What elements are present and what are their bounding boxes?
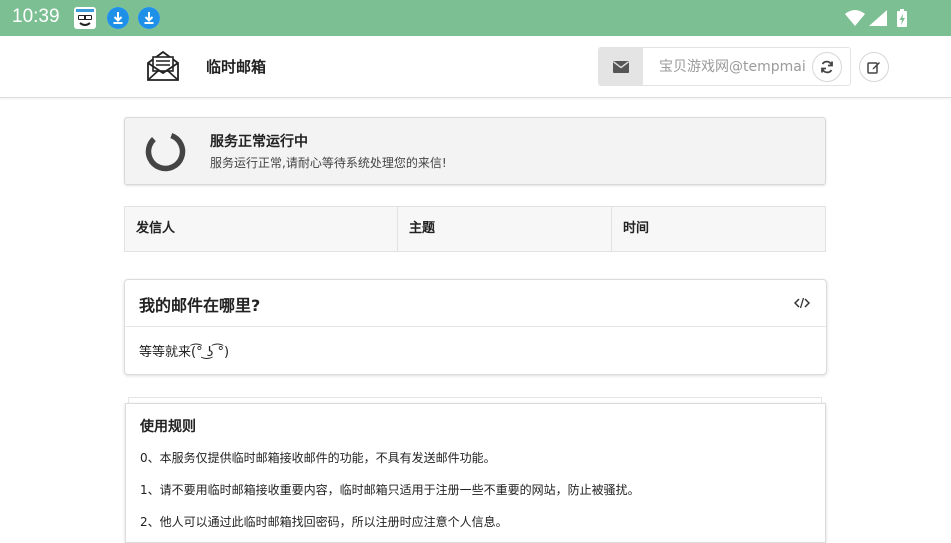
- mail-info-card: 我的邮件在哪里? 等等就来(͡° ͜ʖ ͡°): [124, 279, 827, 375]
- column-time: 时间: [623, 221, 650, 236]
- email-address-input[interactable]: [643, 48, 811, 85]
- app-header: 临时邮箱: [0, 36, 951, 98]
- service-status-box: 服务正常运行中 服务运行正常,请耐心等待系统处理您的来信!: [124, 117, 826, 185]
- battery-icon: [897, 9, 907, 27]
- download-icon: [138, 7, 160, 29]
- envelope-open-icon: [146, 49, 180, 83]
- column-subject: 主题: [398, 207, 612, 251]
- mail-table-header: 发信人 主题 时间: [124, 206, 826, 252]
- rules-title: 使用规则: [140, 419, 196, 435]
- status-title: 服务正常运行中: [210, 134, 308, 150]
- loading-spinner-icon: [145, 131, 186, 172]
- code-icon[interactable]: [793, 295, 811, 311]
- app-title: 临时邮箱: [206, 58, 267, 76]
- card-title: 我的邮件在哪里?: [139, 296, 261, 315]
- status-time: 10:39: [12, 6, 60, 27]
- envelope-icon: [599, 48, 643, 85]
- wifi-icon: [845, 10, 865, 26]
- refresh-icon: [821, 60, 833, 74]
- rules-item: 1、请不要用临时邮箱接收重要内容，临时邮箱只适用于注册一些不重要的网站，防止被骚…: [140, 483, 640, 497]
- card-body: 等等就来(͡° ͜ʖ ͡°): [139, 345, 230, 360]
- system-icons: [843, 8, 913, 32]
- refresh-button[interactable]: [812, 52, 842, 82]
- rules-item: 0、本服务仅提供临时邮箱接收邮件的功能，不具有发送邮件功能。: [140, 451, 496, 465]
- signal-icon: [869, 10, 887, 26]
- edit-button[interactable]: [859, 52, 889, 82]
- rules-item: 2、他人可以通过此临时邮箱找回密码，所以注册时应注意个人信息。: [140, 515, 508, 529]
- status-subtitle: 服务运行正常,请耐心等待系统处理您的来信!: [210, 156, 447, 170]
- column-sender: 发信人: [125, 207, 398, 251]
- download-icon: [107, 7, 129, 29]
- edit-icon: [867, 62, 880, 74]
- game-icon: [74, 7, 96, 29]
- card-header: 我的邮件在哪里?: [125, 280, 826, 327]
- status-bar: 10:39: [0, 0, 951, 36]
- rules-card: 使用规则 0、本服务仅提供临时邮箱接收邮件的功能，不具有发送邮件功能。 1、请不…: [125, 403, 826, 543]
